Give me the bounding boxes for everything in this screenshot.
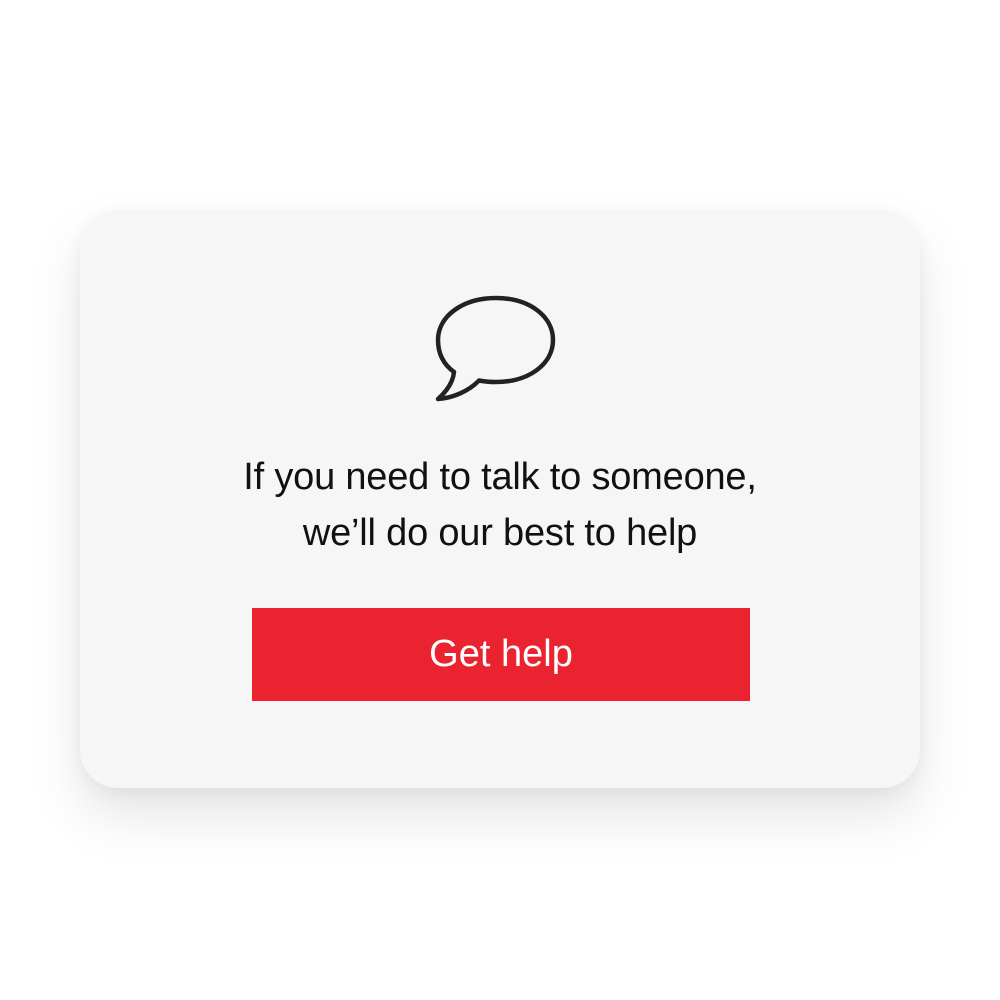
support-message: If you need to talk to someone, we’ll do…: [150, 449, 850, 561]
message-line-1: If you need to talk to someone,: [243, 456, 757, 498]
get-help-button[interactable]: Get help: [252, 608, 750, 701]
speech-bubble-icon: [432, 292, 560, 407]
message-line-2: we’ll do our best to help: [302, 512, 698, 554]
page: If you need to talk to someone, we’ll do…: [0, 0, 1000, 1000]
